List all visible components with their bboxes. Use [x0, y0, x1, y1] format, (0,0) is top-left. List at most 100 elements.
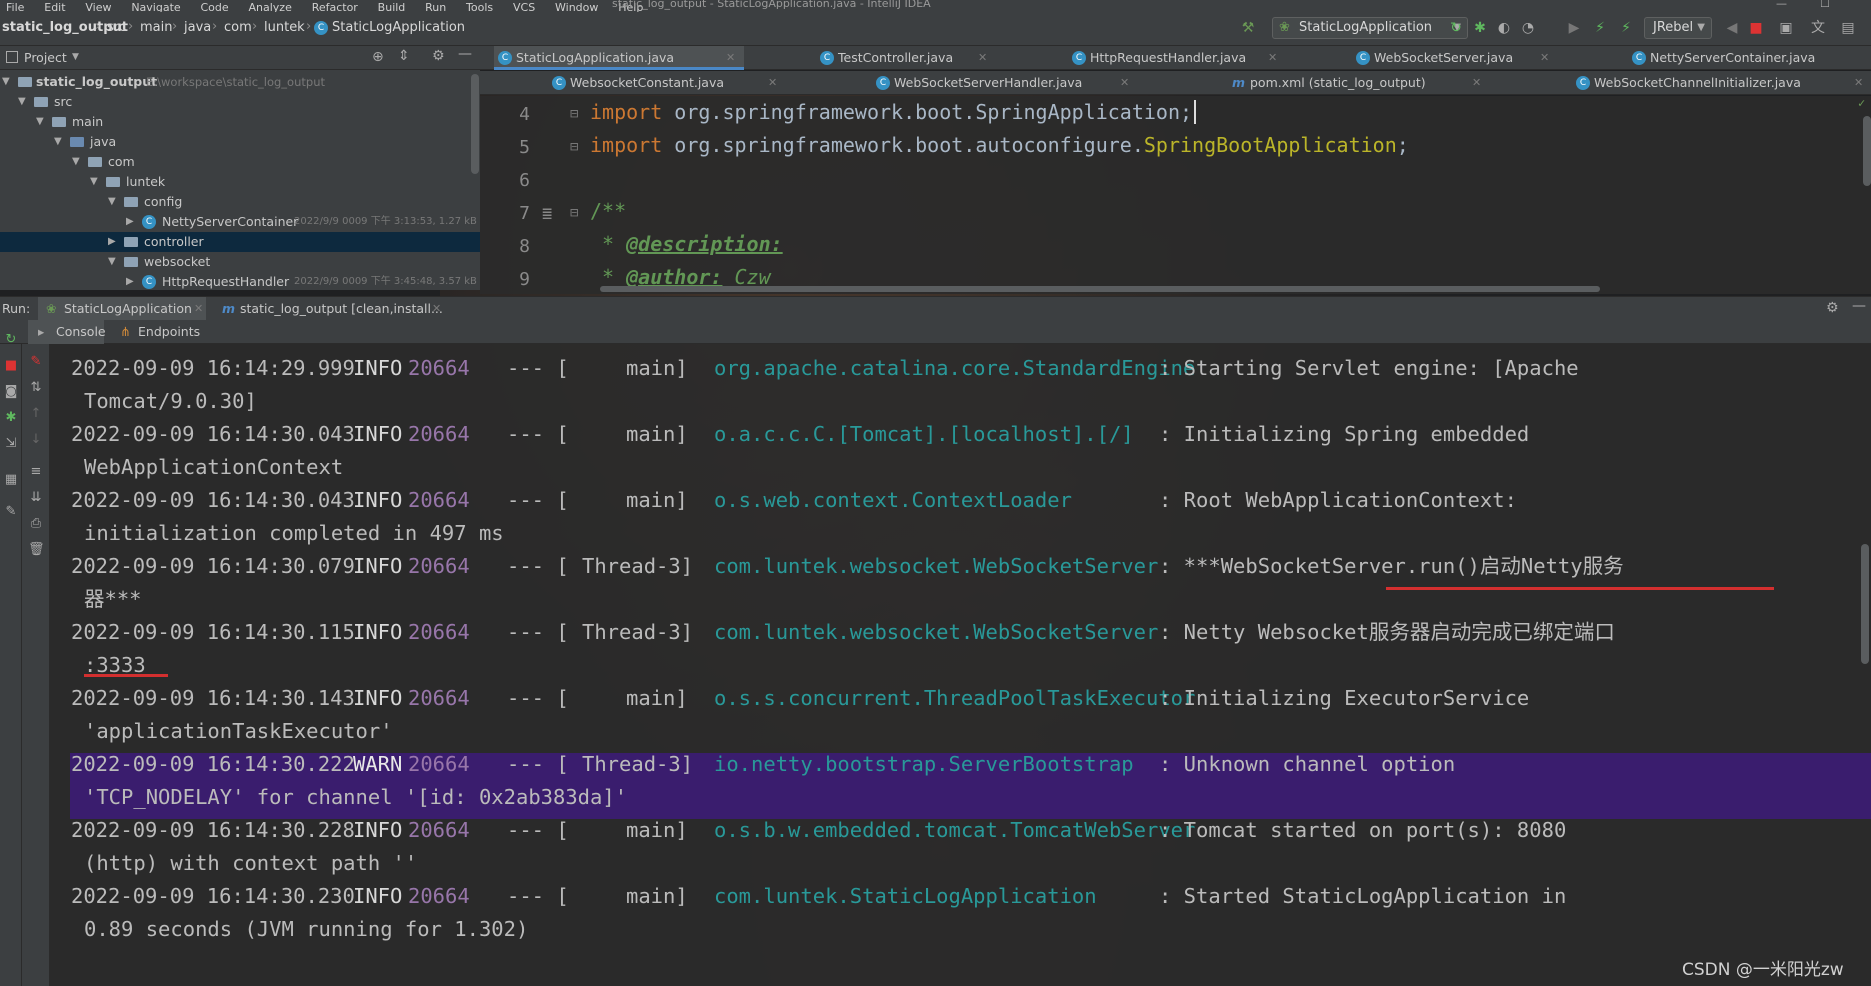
menu-code[interactable]: Code	[201, 2, 229, 13]
tab-nettyservercontainer[interactable]: C NettyServerContainer.java	[1628, 46, 1871, 70]
breadcrumb-com[interactable]: com	[224, 20, 252, 35]
tree-item-luntek[interactable]: ▼ luntek	[0, 172, 480, 192]
expand-arrow-icon[interactable]: ▼	[54, 132, 62, 152]
expand-arrow-icon[interactable]: ▼	[36, 112, 44, 132]
tab-websocketserverhandler[interactable]: C WebSocketServerHandler.java ✕	[872, 71, 1138, 95]
breadcrumb-main[interactable]: main	[140, 20, 172, 35]
tree-item-controller[interactable]: ▶ controller	[0, 232, 480, 252]
clear-highlight-icon[interactable]: ✎	[28, 354, 44, 370]
layout-icon[interactable]: ▤	[1840, 20, 1856, 36]
hide-panel-icon[interactable]: —	[458, 46, 472, 62]
tree-item-websocket[interactable]: ▼ websocket	[0, 252, 480, 272]
soft-wrap-icon[interactable]: ≡	[28, 464, 44, 480]
menu-edit[interactable]: Edit	[44, 2, 65, 13]
subtab-console[interactable]: ▸ Console	[28, 320, 106, 344]
tab-pom-xml[interactable]: m pom.xml (static_log_output) ✕	[1228, 71, 1492, 95]
tree-item-config[interactable]: ▼ config	[0, 192, 480, 212]
trash-icon[interactable]: 🗑	[28, 542, 45, 558]
minimize-icon[interactable]: —	[1776, 0, 1787, 10]
menu-window[interactable]: Window	[555, 2, 598, 13]
tab-testcontroller[interactable]: C TestController.java ✕	[816, 46, 996, 70]
scroll-to-end-icon[interactable]: ⇊	[28, 490, 44, 506]
down-arrow-icon[interactable]: ↓	[28, 432, 44, 448]
breadcrumb-java[interactable]: java	[184, 20, 211, 35]
tree-item-main[interactable]: ▼ main	[0, 112, 480, 132]
expand-arrow-icon[interactable]: ▼	[108, 252, 116, 272]
console-output[interactable]: 2022-09-09 16:14:29.999 INFO 20664 --- [mai…	[50, 344, 1871, 986]
menu-refactor[interactable]: Refactor	[312, 2, 358, 13]
tree-item-src[interactable]: ▼ src	[0, 92, 480, 112]
menu-run[interactable]: Run	[425, 2, 446, 13]
expand-arrow-icon[interactable]: ▼	[72, 152, 80, 172]
camera-icon[interactable]: ◙	[3, 384, 19, 400]
close-icon[interactable]: ✕	[726, 46, 735, 70]
exit-icon[interactable]: ⇲	[3, 436, 19, 452]
coverage-icon[interactable]: ◐	[1496, 20, 1512, 36]
tab-websocketconstant[interactable]: C WebsocketConstant.java ✕	[548, 71, 788, 95]
project-scrollbar[interactable]	[471, 74, 479, 174]
editor-horizontal-scrollbar[interactable]	[600, 286, 1600, 292]
gear-icon[interactable]: ⚙	[1826, 300, 1839, 316]
close-icon[interactable]: ✕	[1268, 46, 1277, 70]
breadcrumb-luntek[interactable]: luntek	[264, 20, 305, 35]
close-icon[interactable]: ✕	[768, 71, 777, 95]
fold-icon[interactable]: ⊟	[570, 106, 578, 122]
run-tab-maven[interactable]: m static_log_output [clean,install... ✕	[218, 297, 448, 321]
run-tab-staticlogapplication[interactable]: ❀ StaticLogApplication ✕	[38, 297, 206, 321]
close-icon[interactable]: ✕	[1854, 71, 1863, 95]
collapse-all-icon[interactable]: ⇕	[398, 48, 410, 64]
code-editor[interactable]: 4 5 6 7 8 9 ⊟ ⊟ ≣ ⊟ import org.springfra…	[480, 96, 1871, 294]
hide-panel-icon[interactable]: —	[1852, 298, 1866, 314]
collapse-arrow-icon[interactable]: ▶	[108, 232, 116, 252]
project-panel-title[interactable]: Project	[24, 50, 67, 65]
close-icon[interactable]: ✕	[194, 297, 203, 321]
menu-view[interactable]: View	[85, 2, 111, 13]
up-arrow-icon[interactable]: ↑	[28, 406, 44, 422]
menu-navigate[interactable]: Navigate	[131, 2, 180, 13]
sort-icon[interactable]: ⇅	[28, 380, 44, 396]
expand-arrow-icon[interactable]: ▼	[2, 72, 10, 92]
stop-icon[interactable]: ■	[3, 358, 19, 374]
gear-icon[interactable]: ⚙	[432, 48, 445, 64]
tab-httprequesthandler[interactable]: C HttpRequestHandler.java ✕	[1068, 46, 1292, 70]
tab-websocketchannelinitializer[interactable]: C WebSocketChannelInitializer.java ✕	[1572, 71, 1871, 95]
rerun-icon[interactable]: ↻	[3, 332, 19, 348]
tab-staticlogapplication[interactable]: C StaticLogApplication.java ✕	[494, 46, 744, 70]
close-icon[interactable]: ✕	[1120, 71, 1129, 95]
menu-analyze[interactable]: Analyze	[249, 2, 292, 13]
expand-arrow-icon[interactable]: ▼	[108, 192, 116, 212]
collapse-arrow-icon[interactable]: ▶	[126, 272, 134, 290]
breadcrumb-src[interactable]: src	[107, 20, 126, 35]
expand-arrow-icon[interactable]: ▼	[18, 92, 26, 112]
rerun-icon[interactable]: ↻	[1448, 20, 1464, 36]
jrebel-select[interactable]: JRebel ▼	[1644, 17, 1712, 39]
jrebel-debug-icon[interactable]: ⚡	[1618, 20, 1634, 36]
debug-icon[interactable]: ✱	[3, 410, 19, 426]
collapse-arrow-icon[interactable]: ▶	[126, 212, 134, 232]
print-icon[interactable]: ⎙	[28, 516, 44, 532]
close-icon[interactable]: ✕	[978, 46, 987, 70]
fold-icon[interactable]: ⊟	[570, 139, 578, 155]
close-icon[interactable]: ✕	[1540, 46, 1549, 70]
layout-icon[interactable]: ▦	[3, 472, 19, 488]
tab-websocketserver[interactable]: C WebSocketServer.java ✕	[1352, 46, 1562, 70]
fold-icon[interactable]: ⊟	[570, 205, 578, 221]
tree-item-project-root[interactable]: ▼ static_log_output E:\workspace\static_…	[0, 72, 480, 92]
run-configuration-select[interactable]: ❀ StaticLogApplication ▼	[1272, 17, 1468, 39]
build-hammer-icon[interactable]: ⚒	[1240, 20, 1256, 36]
jrebel-run-icon[interactable]: ⚡	[1592, 20, 1608, 36]
menu-vcs[interactable]: VCS	[513, 2, 535, 13]
close-icon[interactable]: ✕	[1472, 71, 1481, 95]
stop-icon[interactable]: ■	[1748, 20, 1764, 36]
expand-arrow-icon[interactable]: ▼	[90, 172, 98, 192]
breadcrumb-class[interactable]: StaticLogApplication	[332, 20, 465, 35]
close-icon[interactable]: ✕	[432, 297, 441, 321]
editor-vertical-scrollbar[interactable]	[1863, 116, 1871, 186]
console-scrollbar[interactable]	[1861, 544, 1869, 664]
tree-item-java[interactable]: ▼ java	[0, 132, 480, 152]
pin-icon[interactable]: ✎	[3, 504, 19, 520]
debug-icon[interactable]: ✱	[1472, 20, 1488, 36]
translate-icon[interactable]: 文	[1810, 20, 1826, 36]
profile-icon[interactable]: ◔	[1520, 20, 1536, 36]
project-structure-icon[interactable]: ▣	[1778, 20, 1794, 36]
